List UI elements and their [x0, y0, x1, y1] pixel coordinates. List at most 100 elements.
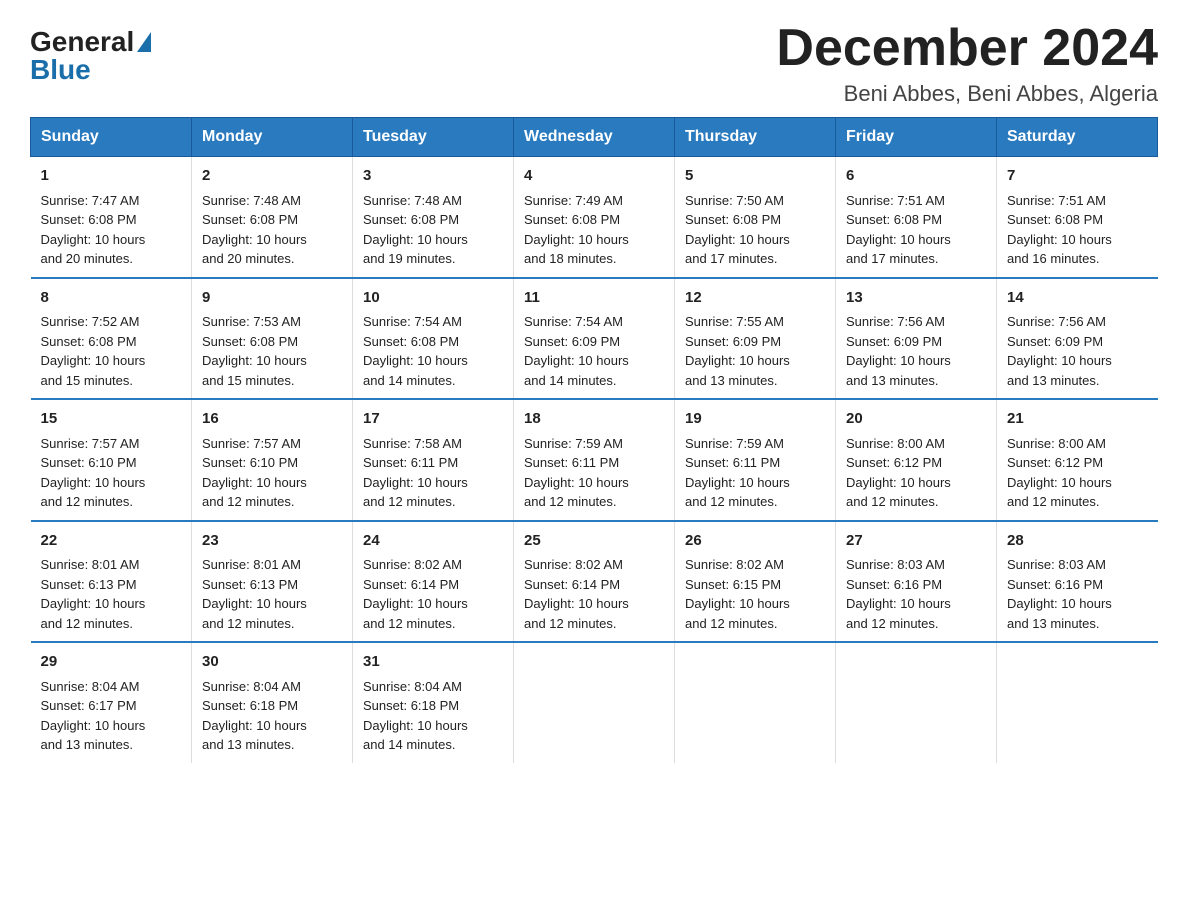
day-number: 24	[363, 530, 503, 553]
day-number: 14	[1007, 287, 1148, 310]
calendar-cell: 9Sunrise: 7:53 AMSunset: 6:08 PMDaylight…	[192, 278, 353, 400]
day-info: Sunrise: 8:03 AMSunset: 6:16 PMDaylight:…	[846, 555, 986, 633]
day-number: 10	[363, 287, 503, 310]
day-info: Sunrise: 7:58 AMSunset: 6:11 PMDaylight:…	[363, 434, 503, 512]
calendar-cell: 13Sunrise: 7:56 AMSunset: 6:09 PMDayligh…	[836, 278, 997, 400]
header-day-wednesday: Wednesday	[514, 118, 675, 157]
calendar-week-1: 1 Sunrise: 7:47 AMSunset: 6:08 PMDaylight…	[31, 157, 1158, 278]
day-info: Sunrise: 7:55 AMSunset: 6:09 PMDaylight:…	[685, 312, 825, 390]
day-number: 18	[524, 408, 664, 431]
day-info: Sunrise: 7:48 AMSunset: 6:08 PMDaylight:…	[202, 191, 342, 269]
calendar-cell: 6 Sunrise: 7:51 AMSunset: 6:08 PMDaylight…	[836, 157, 997, 278]
calendar-header: SundayMondayTuesdayWednesdayThursdayFrid…	[31, 118, 1158, 157]
day-info: Sunrise: 8:00 AMSunset: 6:12 PMDaylight:…	[846, 434, 986, 512]
calendar-week-5: 29 Sunrise: 8:04 AMSunset: 6:17 PMDayligh…	[31, 642, 1158, 763]
day-number: 4	[524, 165, 664, 188]
day-number: 2	[202, 165, 342, 188]
calendar-cell: 18 Sunrise: 7:59 AMSunset: 6:11 PMDayligh…	[514, 399, 675, 521]
day-number: 29	[41, 651, 182, 674]
day-info: Sunrise: 8:02 AMSunset: 6:14 PMDaylight:…	[363, 555, 503, 633]
day-number: 1	[41, 165, 182, 188]
day-info: Sunrise: 8:04 AMSunset: 6:17 PMDaylight:…	[41, 677, 182, 755]
header-day-sunday: Sunday	[31, 118, 192, 157]
logo-triangle-icon	[137, 32, 151, 52]
logo-general: General	[30, 28, 151, 56]
header-day-friday: Friday	[836, 118, 997, 157]
location-subtitle: Beni Abbes, Beni Abbes, Algeria	[776, 81, 1158, 107]
day-info: Sunrise: 7:51 AMSunset: 6:08 PMDaylight:…	[1007, 191, 1148, 269]
calendar-cell: 11Sunrise: 7:54 AMSunset: 6:09 PMDayligh…	[514, 278, 675, 400]
day-info: Sunrise: 7:57 AMSunset: 6:10 PMDaylight:…	[202, 434, 342, 512]
calendar-cell: 31 Sunrise: 8:04 AMSunset: 6:18 PMDayligh…	[353, 642, 514, 763]
day-number: 11	[524, 287, 664, 310]
calendar-cell: 2 Sunrise: 7:48 AMSunset: 6:08 PMDaylight…	[192, 157, 353, 278]
header-day-monday: Monday	[192, 118, 353, 157]
day-info: Sunrise: 8:00 AMSunset: 6:12 PMDaylight:…	[1007, 434, 1148, 512]
logo: General Blue	[30, 28, 151, 84]
calendar-cell: 20 Sunrise: 8:00 AMSunset: 6:12 PMDayligh…	[836, 399, 997, 521]
calendar-cell: 29 Sunrise: 8:04 AMSunset: 6:17 PMDayligh…	[31, 642, 192, 763]
day-number: 28	[1007, 530, 1148, 553]
calendar-cell: 27Sunrise: 8:03 AMSunset: 6:16 PMDayligh…	[836, 521, 997, 643]
calendar-cell: 17 Sunrise: 7:58 AMSunset: 6:11 PMDayligh…	[353, 399, 514, 521]
calendar-cell: 12Sunrise: 7:55 AMSunset: 6:09 PMDayligh…	[675, 278, 836, 400]
day-info: Sunrise: 7:51 AMSunset: 6:08 PMDaylight:…	[846, 191, 986, 269]
logo-blue: Blue	[30, 56, 91, 84]
day-info: Sunrise: 8:03 AMSunset: 6:16 PMDaylight:…	[1007, 555, 1148, 633]
day-number: 20	[846, 408, 986, 431]
day-number: 12	[685, 287, 825, 310]
day-number: 8	[41, 287, 182, 310]
calendar-cell	[514, 642, 675, 763]
header-day-thursday: Thursday	[675, 118, 836, 157]
day-number: 6	[846, 165, 986, 188]
day-info: Sunrise: 7:50 AMSunset: 6:08 PMDaylight:…	[685, 191, 825, 269]
calendar-cell: 21 Sunrise: 8:00 AMSunset: 6:12 PMDayligh…	[997, 399, 1158, 521]
day-info: Sunrise: 7:57 AMSunset: 6:10 PMDaylight:…	[41, 434, 182, 512]
day-number: 19	[685, 408, 825, 431]
day-number: 22	[41, 530, 182, 553]
day-info: Sunrise: 8:04 AMSunset: 6:18 PMDaylight:…	[363, 677, 503, 755]
calendar-cell	[675, 642, 836, 763]
calendar-cell: 15Sunrise: 7:57 AMSunset: 6:10 PMDayligh…	[31, 399, 192, 521]
day-info: Sunrise: 7:49 AMSunset: 6:08 PMDaylight:…	[524, 191, 664, 269]
day-info: Sunrise: 8:02 AMSunset: 6:15 PMDaylight:…	[685, 555, 825, 633]
day-number: 31	[363, 651, 503, 674]
day-info: Sunrise: 7:56 AMSunset: 6:09 PMDaylight:…	[846, 312, 986, 390]
day-info: Sunrise: 8:01 AMSunset: 6:13 PMDaylight:…	[202, 555, 342, 633]
day-info: Sunrise: 7:53 AMSunset: 6:08 PMDaylight:…	[202, 312, 342, 390]
calendar-cell: 24Sunrise: 8:02 AMSunset: 6:14 PMDayligh…	[353, 521, 514, 643]
day-number: 21	[1007, 408, 1148, 431]
header-day-tuesday: Tuesday	[353, 118, 514, 157]
calendar-week-4: 22 Sunrise: 8:01 AMSunset: 6:13 PMDayligh…	[31, 521, 1158, 643]
calendar-cell: 26Sunrise: 8:02 AMSunset: 6:15 PMDayligh…	[675, 521, 836, 643]
page-header: General Blue December 2024 Beni Abbes, B…	[30, 20, 1158, 107]
calendar-cell: 23Sunrise: 8:01 AMSunset: 6:13 PMDayligh…	[192, 521, 353, 643]
day-info: Sunrise: 8:04 AMSunset: 6:18 PMDaylight:…	[202, 677, 342, 755]
day-info: Sunrise: 7:47 AMSunset: 6:08 PMDaylight:…	[41, 191, 182, 269]
calendar-cell: 3Sunrise: 7:48 AMSunset: 6:08 PMDaylight…	[353, 157, 514, 278]
day-number: 26	[685, 530, 825, 553]
header-day-saturday: Saturday	[997, 118, 1158, 157]
day-number: 30	[202, 651, 342, 674]
day-number: 5	[685, 165, 825, 188]
calendar-cell: 14Sunrise: 7:56 AMSunset: 6:09 PMDayligh…	[997, 278, 1158, 400]
day-number: 17	[363, 408, 503, 431]
calendar-cell: 5 Sunrise: 7:50 AMSunset: 6:08 PMDaylight…	[675, 157, 836, 278]
day-number: 27	[846, 530, 986, 553]
day-info: Sunrise: 7:56 AMSunset: 6:09 PMDaylight:…	[1007, 312, 1148, 390]
month-title: December 2024	[776, 20, 1158, 77]
calendar-cell: 1 Sunrise: 7:47 AMSunset: 6:08 PMDaylight…	[31, 157, 192, 278]
day-info: Sunrise: 7:54 AMSunset: 6:09 PMDaylight:…	[524, 312, 664, 390]
day-number: 9	[202, 287, 342, 310]
day-number: 7	[1007, 165, 1148, 188]
calendar-cell: 16Sunrise: 7:57 AMSunset: 6:10 PMDayligh…	[192, 399, 353, 521]
calendar-week-2: 8Sunrise: 7:52 AMSunset: 6:08 PMDaylight…	[31, 278, 1158, 400]
day-info: Sunrise: 7:59 AMSunset: 6:11 PMDaylight:…	[524, 434, 664, 512]
calendar-table: SundayMondayTuesdayWednesdayThursdayFrid…	[30, 117, 1158, 763]
day-number: 23	[202, 530, 342, 553]
calendar-cell: 19 Sunrise: 7:59 AMSunset: 6:11 PMDayligh…	[675, 399, 836, 521]
calendar-cell: 28Sunrise: 8:03 AMSunset: 6:16 PMDayligh…	[997, 521, 1158, 643]
day-info: Sunrise: 7:59 AMSunset: 6:11 PMDaylight:…	[685, 434, 825, 512]
header-row: SundayMondayTuesdayWednesdayThursdayFrid…	[31, 118, 1158, 157]
calendar-cell: 10Sunrise: 7:54 AMSunset: 6:08 PMDayligh…	[353, 278, 514, 400]
